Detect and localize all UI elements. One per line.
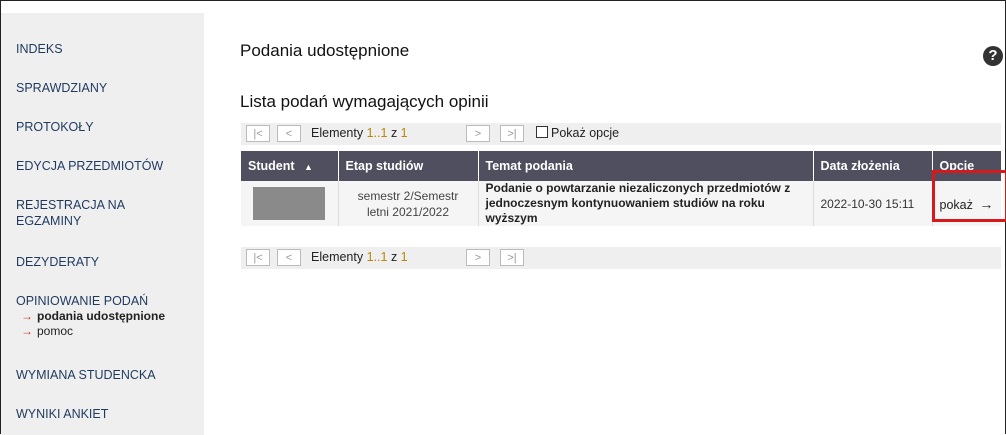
pager-of-label: z	[390, 126, 398, 140]
next-page-button[interactable]: >	[466, 249, 490, 266]
section-title: Lista podań wymagających opinii	[240, 92, 489, 111]
table-row: semestr 2/Semestr letni 2021/2022 Podani…	[241, 181, 1001, 226]
stage-cell: semestr 2/Semestr letni 2021/2022	[338, 181, 479, 226]
sidebar-item-indeks[interactable]: INDEKS	[16, 41, 63, 57]
student-photo-redacted	[253, 187, 326, 220]
requests-table: Student ▲ Etap studiów Temat podania Dat…	[241, 151, 1001, 226]
column-header-student[interactable]: Student ▲	[241, 151, 339, 181]
sidebar-subitem-podania-udostepnione[interactable]: → podania udostępnione	[21, 309, 165, 324]
column-header-date[interactable]: Data złożenia	[813, 151, 933, 181]
show-options-toggle[interactable]: Pokaż opcje	[536, 126, 619, 140]
arrow-right-icon: →	[21, 324, 33, 338]
pager-total: 1	[400, 126, 408, 140]
column-header-label: Student	[248, 159, 295, 173]
question-circle-icon[interactable]: ?	[983, 46, 1003, 66]
column-header-stage[interactable]: Etap studiów	[338, 151, 479, 181]
student-cell	[241, 181, 339, 226]
next-page-button[interactable]: >	[466, 125, 490, 142]
first-page-button[interactable]: |<	[246, 249, 270, 266]
sidebar-item-wymiana-studencka[interactable]: WYMIANA STUDENCKA	[16, 367, 156, 383]
sidebar-subitem-pomoc[interactable]: → pomoc	[21, 324, 165, 339]
prev-page-button[interactable]: <	[277, 125, 301, 142]
checkbox[interactable]	[536, 126, 548, 138]
prev-page-button[interactable]: <	[277, 249, 301, 266]
pager-info: Elementy 1..1 z 1	[311, 126, 408, 140]
sidebar-item-label: OPINIOWANIE PODAŃ	[16, 294, 149, 308]
sidebar-item-protokoly[interactable]: PROTOKOŁY	[16, 119, 94, 135]
pager-info: Elementy 1..1 z 1	[311, 250, 408, 264]
last-page-button[interactable]: >|	[500, 125, 524, 142]
sidebar-item-edycja-przedmiotow[interactable]: EDYCJA PRZEDMIOTÓW	[16, 158, 163, 174]
pager-top: |< < Elementy 1..1 z 1 > >| Pokaż opcje	[241, 123, 1001, 145]
page-title: Podania udostępnione	[240, 41, 410, 60]
show-options-label: Pokaż opcje	[551, 126, 620, 140]
pager-total: 1	[400, 250, 408, 264]
topic-cell: Podanie o powtarzanie niezaliczonych prz…	[478, 181, 814, 226]
pager-elements-label: Elementy	[311, 250, 364, 264]
sidebar-item-rejestracja[interactable]: REJESTRACJA NA EGZAMINY	[16, 197, 186, 229]
sidebar-subitem-label: podania udostępnione	[37, 309, 165, 323]
sort-ascending-icon: ▲	[304, 162, 313, 172]
sidebar-item-dezyderaty[interactable]: DEZYDERATY	[16, 254, 99, 270]
column-header-topic[interactable]: Temat podania	[478, 151, 814, 181]
arrow-right-icon: →	[21, 309, 33, 323]
pager-range: 1..1	[366, 250, 388, 264]
date-cell: 2022-10-30 15:11	[813, 181, 933, 226]
highlight-box	[932, 170, 1006, 222]
sidebar-subitem-label: pomoc	[37, 324, 74, 338]
pager-range: 1..1	[366, 126, 388, 140]
sidebar-item-opiniowanie-podan[interactable]: OPINIOWANIE PODAŃ → podania udostępnione …	[16, 293, 165, 339]
pager-bottom: |< < Elementy 1..1 z 1 > >|	[241, 247, 1001, 269]
first-page-button[interactable]: |<	[246, 125, 270, 142]
pager-elements-label: Elementy	[311, 126, 364, 140]
sidebar-item-wyniki-ankiet[interactable]: WYNIKI ANKIET	[16, 406, 108, 422]
main-content: Podania udostępnione ? Lista podań wymag…	[205, 13, 1006, 435]
sidebar: INDEKS SPRAWDZIANY PROTOKOŁY EDYCJA PRZE…	[1, 13, 204, 435]
pager-of-label: z	[390, 250, 398, 264]
last-page-button[interactable]: >|	[500, 249, 524, 266]
sidebar-item-sprawdziany[interactable]: SPRAWDZIANY	[16, 80, 107, 96]
